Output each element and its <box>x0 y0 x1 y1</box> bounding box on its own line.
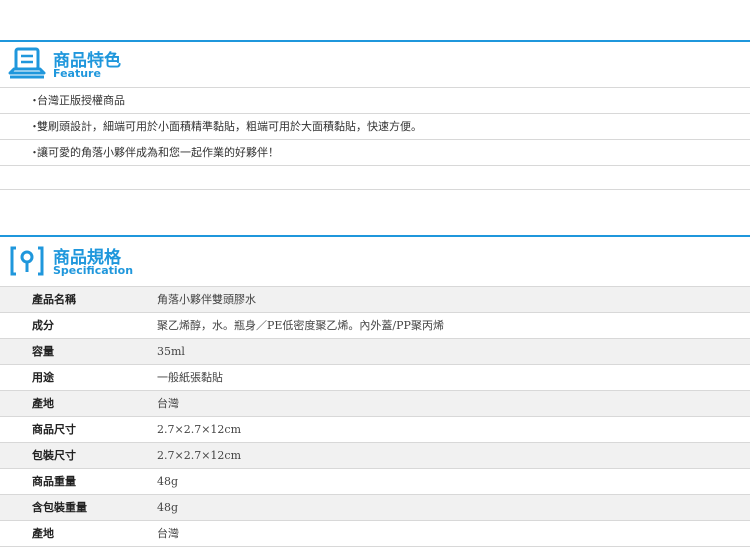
spec-value: 聚乙烯醇，水。瓶身／PE低密度聚乙烯。內外蓋/PP聚丙烯 <box>157 319 444 332</box>
feature-header: 商品特色 Feature <box>0 43 750 83</box>
spec-label: 容量 <box>32 345 54 358</box>
spec-value: 2.7×2.7×12cm <box>157 423 242 436</box>
spec-row: 商品重量 48g <box>0 469 750 495</box>
feature-item: ・ 讓可愛的角落小夥伴成為和您一起作業的好夥伴！ <box>0 140 750 166</box>
spec-label: 含包裝重量 <box>32 501 87 514</box>
spec-row: 產地 台灣 <box>0 521 750 547</box>
spec-header: 商品規格 Specification <box>0 240 750 280</box>
feature-item: ・ 雙刷頭設計，細端可用於小面積精準黏貼，粗端可用於大面積黏貼，快速方便。 <box>0 114 750 140</box>
spec-value: 一般紙張黏貼 <box>157 371 223 384</box>
spec-value: 35ml <box>157 345 185 358</box>
spec-label: 成分 <box>32 319 54 332</box>
spec-row: 容量 35ml <box>0 339 750 365</box>
spec-value: 2.7×2.7×12cm <box>157 449 242 462</box>
spec-label: 產地 <box>32 527 54 540</box>
spec-top-rule <box>0 235 750 237</box>
spec-value: 台灣 <box>157 397 179 410</box>
spec-label: 包裝尺寸 <box>32 449 76 462</box>
bracket-pin-icon <box>10 246 44 276</box>
feature-top-rule <box>0 40 750 42</box>
spec-label: 產品名稱 <box>32 293 76 306</box>
monitor-icon <box>8 47 46 79</box>
feature-item-text: 讓可愛的角落小夥伴成為和您一起作業的好夥伴！ <box>37 146 279 159</box>
spec-label: 用途 <box>32 371 54 384</box>
feature-item: ・ 台灣正版授權商品 <box>0 88 750 114</box>
spec-label: 產地 <box>32 397 54 410</box>
spec-row: 商品尺寸 2.7×2.7×12cm <box>0 417 750 443</box>
spec-label: 商品尺寸 <box>32 423 76 436</box>
spec-value: 48g <box>157 501 179 514</box>
spec-label: 商品重量 <box>32 475 76 488</box>
spec-subtitle: Specification <box>53 264 134 277</box>
feature-subtitle: Feature <box>53 67 101 80</box>
spec-row: 含包裝重量 48g <box>0 495 750 521</box>
spec-row: 成分 聚乙烯醇，水。瓶身／PE低密度聚乙烯。內外蓋/PP聚丙烯 <box>0 313 750 339</box>
spec-row: 產品名稱 角落小夥伴雙頭膠水 <box>0 287 750 313</box>
spec-row: 包裝尺寸 2.7×2.7×12cm <box>0 443 750 469</box>
spec-value: 48g <box>157 475 179 488</box>
spec-row: 產地 台灣 <box>0 391 750 417</box>
spec-row: 用途 一般紙張黏貼 <box>0 365 750 391</box>
spec-value: 台灣 <box>157 527 179 540</box>
spec-value: 角落小夥伴雙頭膠水 <box>157 293 256 306</box>
feature-divider-bottom <box>0 189 750 190</box>
feature-item-text: 台灣正版授權商品 <box>37 94 125 107</box>
feature-item-text: 雙刷頭設計，細端可用於小面積精準黏貼，粗端可用於大面積黏貼，快速方便。 <box>37 120 422 133</box>
